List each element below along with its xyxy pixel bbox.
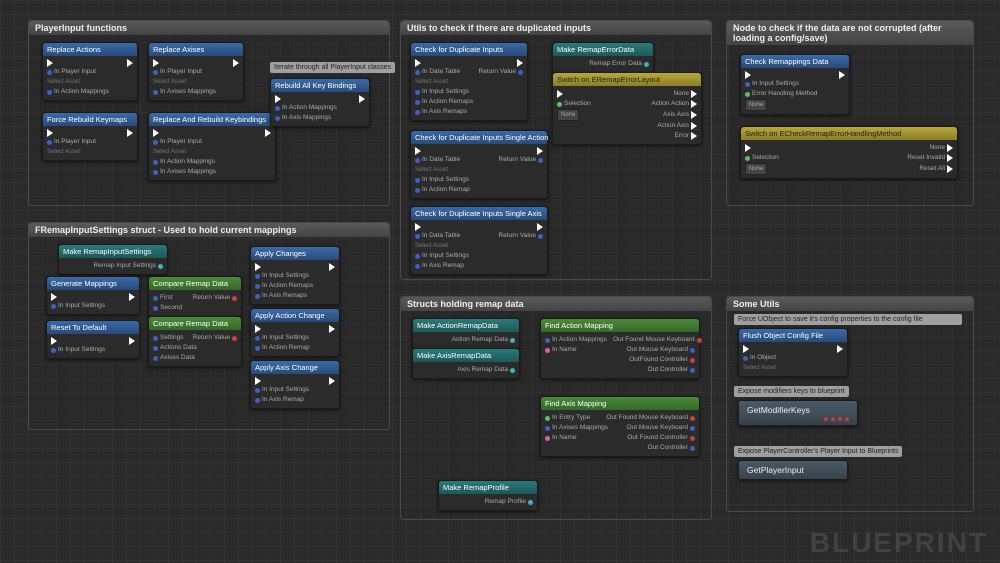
node-make-settings[interactable]: Make RemapInputSettings Remap Input Sett… [58, 244, 168, 275]
node-find-action[interactable]: Find Action Mapping In Action MappingsOu… [540, 318, 700, 379]
node-check-dup[interactable]: Check for Duplicate Inputs In Data Table… [410, 42, 528, 121]
node-title: Force Rebuild Keymaps [43, 113, 137, 126]
node-check-remap[interactable]: Check Remappings Data In Input Settings … [740, 54, 850, 115]
node-apply-axis[interactable]: Apply Axis Change In Input Settings In A… [250, 360, 340, 409]
node-find-axis[interactable]: Find Axis Mapping In Entry TypeOut Found… [540, 396, 700, 457]
comment-force-uobject: Force UObject to save it's config proper… [734, 314, 962, 325]
node-make-action-remap[interactable]: Make ActionRemapData Action Remap Data [412, 318, 520, 349]
node-title: Replace Actions [43, 43, 137, 56]
node-apply-action[interactable]: Apply Action Change In Input Settings In… [250, 308, 340, 357]
node-force-rebuild[interactable]: Force Rebuild Keymaps In Player Input Se… [42, 112, 138, 161]
node-make-axis-remap[interactable]: Make AxisRemapData Axis Remap Data [412, 348, 520, 379]
node-replace-axises[interactable]: Replace Axises In Player Input Select As… [148, 42, 244, 101]
watermark: BLUEPRINT [810, 527, 988, 559]
node-title: Replace Axises [149, 43, 243, 56]
node-title: Replace And Rebuild Keybindings [149, 113, 275, 126]
node-replace-rebuild[interactable]: Replace And Rebuild Keybindings In Playe… [148, 112, 276, 181]
node-get-modifier-keys[interactable]: GetModifierKeys [738, 400, 858, 426]
node-get-player-input[interactable]: GetPlayerInput [738, 460, 848, 480]
node-compare-1[interactable]: Compare Remap Data FirstReturn Value Sec… [148, 276, 242, 317]
group-title: PlayerInput functions [29, 21, 389, 35]
node-replace-actions[interactable]: Replace Actions In Player Input Select A… [42, 42, 138, 101]
node-switch-layout[interactable]: Switch on ERemapErrorLayout None Selecti… [552, 72, 702, 145]
comment-iterate: Iterate through all PlayerInput classes [270, 62, 395, 73]
node-rebuild-all[interactable]: Rebuild All Key Bindings In Action Mappi… [270, 78, 370, 127]
node-switch-method[interactable]: Switch on ECheckRemapErrorHandlingMethod… [740, 126, 958, 179]
node-compare-2[interactable]: Compare Remap Data SettingsReturn Value … [148, 316, 242, 367]
node-make-profile[interactable]: Make RemapProfile Remap Profile [438, 480, 538, 511]
comment-expose-modifiers: Expose modifiers keys to blueprint [734, 386, 849, 397]
node-flush-config[interactable]: Flush Object Config File In Object Selec… [738, 328, 848, 377]
node-check-dup-action[interactable]: Check for Duplicate Inputs Single Action… [410, 130, 548, 199]
comment-expose-playerinput: Expose PlayerController's Player Input t… [734, 446, 902, 457]
node-generate-mappings[interactable]: Generate Mappings In Input Settings [46, 276, 140, 315]
node-check-dup-axis[interactable]: Check for Duplicate Inputs Single Axis I… [410, 206, 548, 275]
node-apply-changes[interactable]: Apply Changes In Input Settings In Actio… [250, 246, 340, 305]
node-make-error[interactable]: Make RemapErrorData Remap Error Data [552, 42, 654, 73]
group-title: FRemapInputSettings struct - Used to hol… [29, 223, 389, 237]
node-reset-default[interactable]: Reset To Default In Input Settings [46, 320, 140, 359]
node-title: Rebuild All Key Bindings [271, 79, 369, 92]
